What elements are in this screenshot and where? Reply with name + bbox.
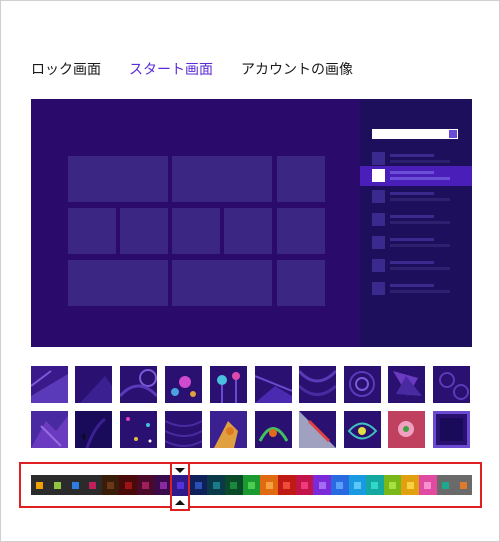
preview-tile <box>172 208 220 254</box>
color-swatch-dot <box>36 481 44 489</box>
background-design-thumb[interactable] <box>165 411 202 448</box>
color-swatch-dot <box>124 481 132 489</box>
color-swatch-dot <box>265 481 273 489</box>
color-swatch[interactable] <box>401 475 420 495</box>
preview-tile <box>68 260 168 306</box>
color-swatch-dot <box>230 481 238 489</box>
preview-tile <box>172 260 272 306</box>
background-design-thumb[interactable] <box>31 411 68 448</box>
color-swatch[interactable] <box>225 475 243 495</box>
color-swatch-dot <box>248 481 255 489</box>
color-swatch[interactable] <box>330 475 349 495</box>
preview-tile <box>120 208 168 254</box>
preview-search-box <box>372 129 458 139</box>
selected-color-indicator[interactable] <box>170 462 190 511</box>
color-swatch-dot <box>53 481 61 489</box>
preview-tile <box>68 208 116 254</box>
color-swatch-dot <box>459 481 467 489</box>
tab-lock-screen[interactable]: ロック画面 <box>31 59 101 79</box>
color-swatch[interactable] <box>419 475 437 495</box>
color-swatch[interactable] <box>119 475 137 495</box>
background-design-thumb[interactable] <box>255 411 292 448</box>
color-swatch[interactable] <box>101 475 120 495</box>
color-swatch[interactable] <box>348 475 367 495</box>
color-swatch[interactable] <box>207 475 226 495</box>
color-swatch[interactable] <box>31 475 49 495</box>
color-swatch-dot <box>389 481 397 489</box>
color-swatch[interactable] <box>277 475 296 495</box>
color-swatch[interactable] <box>136 475 155 495</box>
background-design-thumb[interactable] <box>344 411 381 448</box>
background-design-thumb[interactable] <box>75 411 112 448</box>
caret-up-icon <box>175 500 185 505</box>
start-screen-personalize-panel: ロック画面 スタート画面 アカウントの画像 <box>0 0 500 542</box>
color-swatch-dot <box>142 481 150 489</box>
background-design-thumb[interactable] <box>210 411 247 448</box>
background-design-thumb[interactable] <box>388 411 425 448</box>
color-swatch-dot <box>71 481 79 489</box>
color-swatch-dot <box>283 481 291 489</box>
color-swatch[interactable] <box>313 475 331 495</box>
color-swatch-dot <box>424 481 432 489</box>
color-swatch[interactable] <box>383 475 402 495</box>
preview-panel-row <box>360 279 472 299</box>
personalize-tabs: ロック画面 スタート画面 アカウントの画像 <box>31 59 353 79</box>
color-swatch[interactable] <box>48 475 67 495</box>
tab-start-screen[interactable]: スタート画面 <box>129 59 213 79</box>
background-design-thumb[interactable] <box>75 366 112 403</box>
color-swatch-dot <box>318 481 326 489</box>
preview-panel-row <box>360 210 472 230</box>
caret-down-icon <box>175 468 185 473</box>
background-design-thumb[interactable] <box>344 366 381 403</box>
background-design-thumb[interactable] <box>120 411 157 448</box>
color-swatch-dot <box>89 481 97 489</box>
color-swatch-dot <box>353 481 361 489</box>
start-screen-preview <box>31 99 472 347</box>
background-design-thumb[interactable] <box>388 366 425 403</box>
background-design-thumb[interactable] <box>31 366 68 403</box>
color-swatch[interactable] <box>295 475 314 495</box>
color-swatch[interactable] <box>454 475 473 495</box>
preview-tile <box>68 156 168 202</box>
color-swatch[interactable] <box>436 475 455 495</box>
accent-color-palette <box>31 475 473 495</box>
preview-panel-row <box>360 233 472 253</box>
preview-side-panel <box>360 99 472 347</box>
tab-account-picture[interactable]: アカウントの画像 <box>241 59 353 79</box>
preview-panel-row <box>360 256 472 276</box>
background-design-thumb[interactable] <box>120 366 157 403</box>
background-design-thumb[interactable] <box>210 366 247 403</box>
background-design-thumb[interactable] <box>299 411 336 448</box>
background-design-thumb[interactable] <box>299 366 336 403</box>
background-design-thumb[interactable] <box>255 366 292 403</box>
color-swatch[interactable] <box>366 475 384 495</box>
preview-search-button <box>448 129 458 139</box>
color-swatch-dot <box>336 481 344 489</box>
color-swatch-dot <box>371 481 379 489</box>
preview-panel-row-selected <box>360 166 472 186</box>
background-design-thumb[interactable] <box>165 366 202 403</box>
background-design-thumb[interactable] <box>433 366 470 403</box>
preview-tile <box>277 156 325 202</box>
preview-tile <box>224 208 272 254</box>
selected-color-swatch[interactable] <box>172 475 188 496</box>
color-swatch-dot <box>442 481 450 489</box>
color-swatch-dot <box>195 481 203 489</box>
color-swatch[interactable] <box>189 475 208 495</box>
color-swatch-dot <box>212 481 220 489</box>
color-swatch-dot <box>406 481 414 489</box>
color-swatch[interactable] <box>66 475 84 495</box>
preview-panel-row <box>360 187 472 207</box>
preview-tile <box>172 156 272 202</box>
color-swatch-dot <box>106 481 114 489</box>
preview-tile <box>277 260 325 306</box>
color-swatch-dot <box>300 481 308 489</box>
background-design-thumb-selected[interactable] <box>433 411 470 448</box>
preview-tile <box>277 208 325 254</box>
color-swatch[interactable] <box>242 475 261 495</box>
color-swatch[interactable] <box>260 475 278 495</box>
color-swatch[interactable] <box>83 475 102 495</box>
color-swatch-dot <box>159 481 167 489</box>
